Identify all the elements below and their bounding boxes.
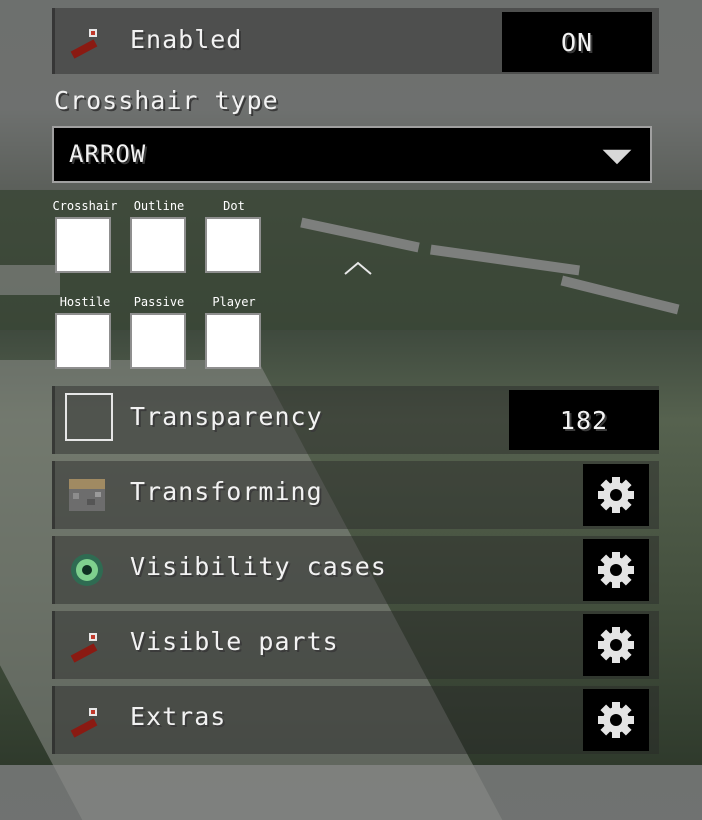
swatch-hostile[interactable] bbox=[55, 313, 111, 369]
extras-label: Extras bbox=[130, 702, 227, 731]
visible-parts-label: Visible parts bbox=[130, 627, 339, 656]
extras-row: Extras bbox=[52, 686, 659, 754]
swatch-label-player: Player bbox=[212, 295, 256, 309]
swatch-outline[interactable] bbox=[130, 217, 186, 273]
swatch-label-outline: Outline bbox=[133, 199, 185, 213]
visible-parts-settings-button[interactable] bbox=[583, 614, 649, 676]
transparency-label: Transparency bbox=[130, 402, 323, 431]
enabled-toggle-button[interactable]: ON bbox=[502, 12, 652, 72]
swatch-passive[interactable] bbox=[130, 313, 186, 369]
swatch-dot[interactable] bbox=[205, 217, 261, 273]
crosshair-type-selected: ARROW bbox=[69, 140, 147, 168]
redstone-torch-icon bbox=[70, 29, 98, 59]
crosshair-type-dropdown[interactable]: ARROW bbox=[52, 126, 652, 183]
crosshair-type-heading: Crosshair type bbox=[54, 86, 279, 115]
gear-icon bbox=[598, 702, 634, 738]
chevron-down-icon bbox=[602, 149, 632, 165]
transforming-settings-button[interactable] bbox=[583, 464, 649, 526]
gear-icon bbox=[598, 552, 634, 588]
transparency-value-field[interactable]: 182 bbox=[509, 390, 659, 450]
swatch-crosshair[interactable] bbox=[55, 217, 111, 273]
crosshair-preview-arrow-icon bbox=[344, 261, 372, 275]
swatch-player[interactable] bbox=[205, 313, 261, 369]
piston-icon bbox=[69, 479, 105, 511]
transparency-value: 182 bbox=[559, 405, 609, 435]
visibility-cases-row: Visibility cases bbox=[52, 536, 659, 604]
ender-eye-icon bbox=[71, 554, 103, 586]
gear-icon bbox=[598, 477, 634, 513]
swatch-label-crosshair: Crosshair bbox=[52, 199, 118, 213]
gear-icon bbox=[598, 627, 634, 663]
transparency-swatch[interactable] bbox=[65, 393, 113, 441]
transforming-row: Transforming bbox=[52, 461, 659, 529]
visibility-cases-label: Visibility cases bbox=[130, 552, 387, 581]
visibility-cases-settings-button[interactable] bbox=[583, 539, 649, 601]
extras-settings-button[interactable] bbox=[583, 689, 649, 751]
enabled-row: Enabled ON bbox=[52, 8, 659, 74]
transforming-label: Transforming bbox=[130, 477, 323, 506]
enabled-toggle-value: ON bbox=[560, 27, 594, 57]
transparency-row: Transparency 182 bbox=[52, 386, 659, 454]
swatch-label-dot: Dot bbox=[223, 199, 245, 213]
swatch-label-passive: Passive bbox=[133, 295, 185, 309]
visible-parts-row: Visible parts bbox=[52, 611, 659, 679]
redstone-torch-icon bbox=[70, 633, 98, 663]
redstone-torch-icon bbox=[70, 708, 98, 738]
enabled-label: Enabled bbox=[130, 25, 243, 54]
swatch-label-hostile: Hostile bbox=[59, 295, 111, 309]
